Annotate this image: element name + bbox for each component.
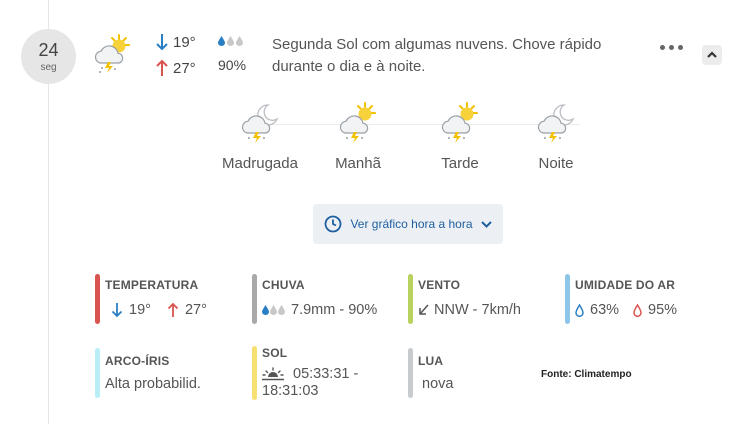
date-day: 24 bbox=[38, 39, 59, 60]
stat-title: UMIDADE DO AR bbox=[575, 278, 676, 292]
period-label: Manhã bbox=[335, 155, 381, 172]
stat-sunset-value: 18:31:03 bbox=[262, 383, 319, 399]
chevron-down-icon bbox=[480, 221, 492, 228]
stat-color-bar bbox=[252, 346, 257, 400]
date-badge: 24 seg bbox=[21, 29, 76, 84]
stat-color-bar bbox=[565, 274, 570, 324]
arrow-up-icon bbox=[156, 59, 168, 76]
drop-outline-icon bbox=[633, 303, 642, 317]
stat-color-bar bbox=[95, 348, 100, 398]
more-options-button[interactable] bbox=[660, 45, 683, 50]
stat-humidity: UMIDADE DO AR 63% 95% bbox=[565, 274, 725, 324]
chevron-up-icon bbox=[707, 51, 717, 58]
collapse-button[interactable] bbox=[702, 45, 722, 65]
rain-percentage: 90% bbox=[218, 57, 247, 73]
clock-icon bbox=[325, 215, 342, 233]
arrow-down-icon bbox=[111, 303, 123, 318]
max-temperature: 27° bbox=[173, 59, 196, 77]
stat-color-bar bbox=[252, 274, 257, 324]
stat-wind-value: NNW - 7km/h bbox=[434, 302, 521, 318]
cloud-moon-icon bbox=[537, 104, 575, 143]
stat-title: CHUVA bbox=[262, 278, 305, 292]
period-label: Tarde bbox=[441, 155, 479, 172]
period-label: Madrugada bbox=[222, 155, 298, 172]
source-credit: Fonte: Climatempo bbox=[541, 369, 632, 380]
sunrise-icon bbox=[262, 367, 284, 381]
rain-probability: 90% bbox=[218, 31, 246, 73]
hourly-chart-label: Ver gráfico hora a hora bbox=[350, 217, 473, 231]
rain-drops-icon bbox=[218, 31, 246, 51]
period-noite: Noite bbox=[516, 100, 596, 172]
stat-humidity-min: 63% bbox=[590, 302, 620, 318]
hourly-chart-button[interactable]: Ver gráfico hora a hora bbox=[313, 204, 503, 244]
date-weekday: seg bbox=[40, 61, 57, 73]
stat-temp-min: 19° bbox=[129, 302, 151, 318]
arrow-up-icon bbox=[167, 302, 179, 317]
sun-cloud-storm-icon bbox=[339, 102, 376, 143]
stat-rain: CHUVA 7.9mm - 90% bbox=[252, 274, 402, 324]
stat-title: LUA bbox=[418, 354, 444, 368]
stat-title: TEMPERATURA bbox=[105, 278, 199, 292]
stat-moon-value: nova bbox=[422, 376, 454, 392]
stat-title: SOL bbox=[262, 346, 288, 360]
min-temperature: 19° bbox=[173, 33, 196, 51]
stat-rainbow: ARCO-ÍRIS Alta probabilid. bbox=[95, 348, 245, 398]
day-periods: Madrugada Manhã Tarde Noite bbox=[220, 100, 620, 180]
sun-cloud-storm-icon bbox=[441, 102, 478, 143]
stat-moon: LUA nova bbox=[408, 348, 528, 398]
cloud-moon-storm-icon bbox=[241, 104, 279, 143]
stat-wind: VENTO NNW - 7km/h bbox=[408, 274, 558, 324]
stat-temperature: TEMPERATURA 19° 27° bbox=[95, 274, 245, 324]
arrow-down-icon bbox=[156, 34, 168, 51]
stat-rain-value: 7.9mm - 90% bbox=[291, 302, 378, 318]
period-label: Noite bbox=[538, 155, 574, 172]
forecast-summary: Segunda Sol com algumas nuvens. Chove rá… bbox=[272, 36, 602, 75]
wind-direction-icon bbox=[419, 304, 429, 315]
period-madrugada: Madrugada bbox=[220, 100, 300, 172]
drop-outline-icon bbox=[575, 303, 584, 317]
stat-title: ARCO-ÍRIS bbox=[105, 354, 170, 368]
stat-sun: SOL 05:33:31 - 18:31:03 bbox=[252, 346, 402, 400]
stat-title: VENTO bbox=[418, 278, 461, 292]
period-manha: Manhã bbox=[318, 100, 398, 172]
stat-color-bar bbox=[95, 274, 100, 324]
stat-humidity-max: 95% bbox=[648, 302, 678, 318]
stat-sunrise-value: 05:33:31 - bbox=[293, 366, 359, 382]
period-tarde: Tarde bbox=[420, 100, 500, 172]
stat-color-bar bbox=[408, 274, 413, 324]
stat-temp-max: 27° bbox=[184, 302, 207, 318]
stat-rainbow-value: Alta probabilid. bbox=[105, 376, 201, 392]
sun-cloud-storm-icon bbox=[94, 34, 130, 73]
stat-color-bar bbox=[408, 348, 413, 398]
rain-drops-icon bbox=[262, 305, 285, 315]
temperature-summary: 19° 27° bbox=[155, 31, 196, 83]
